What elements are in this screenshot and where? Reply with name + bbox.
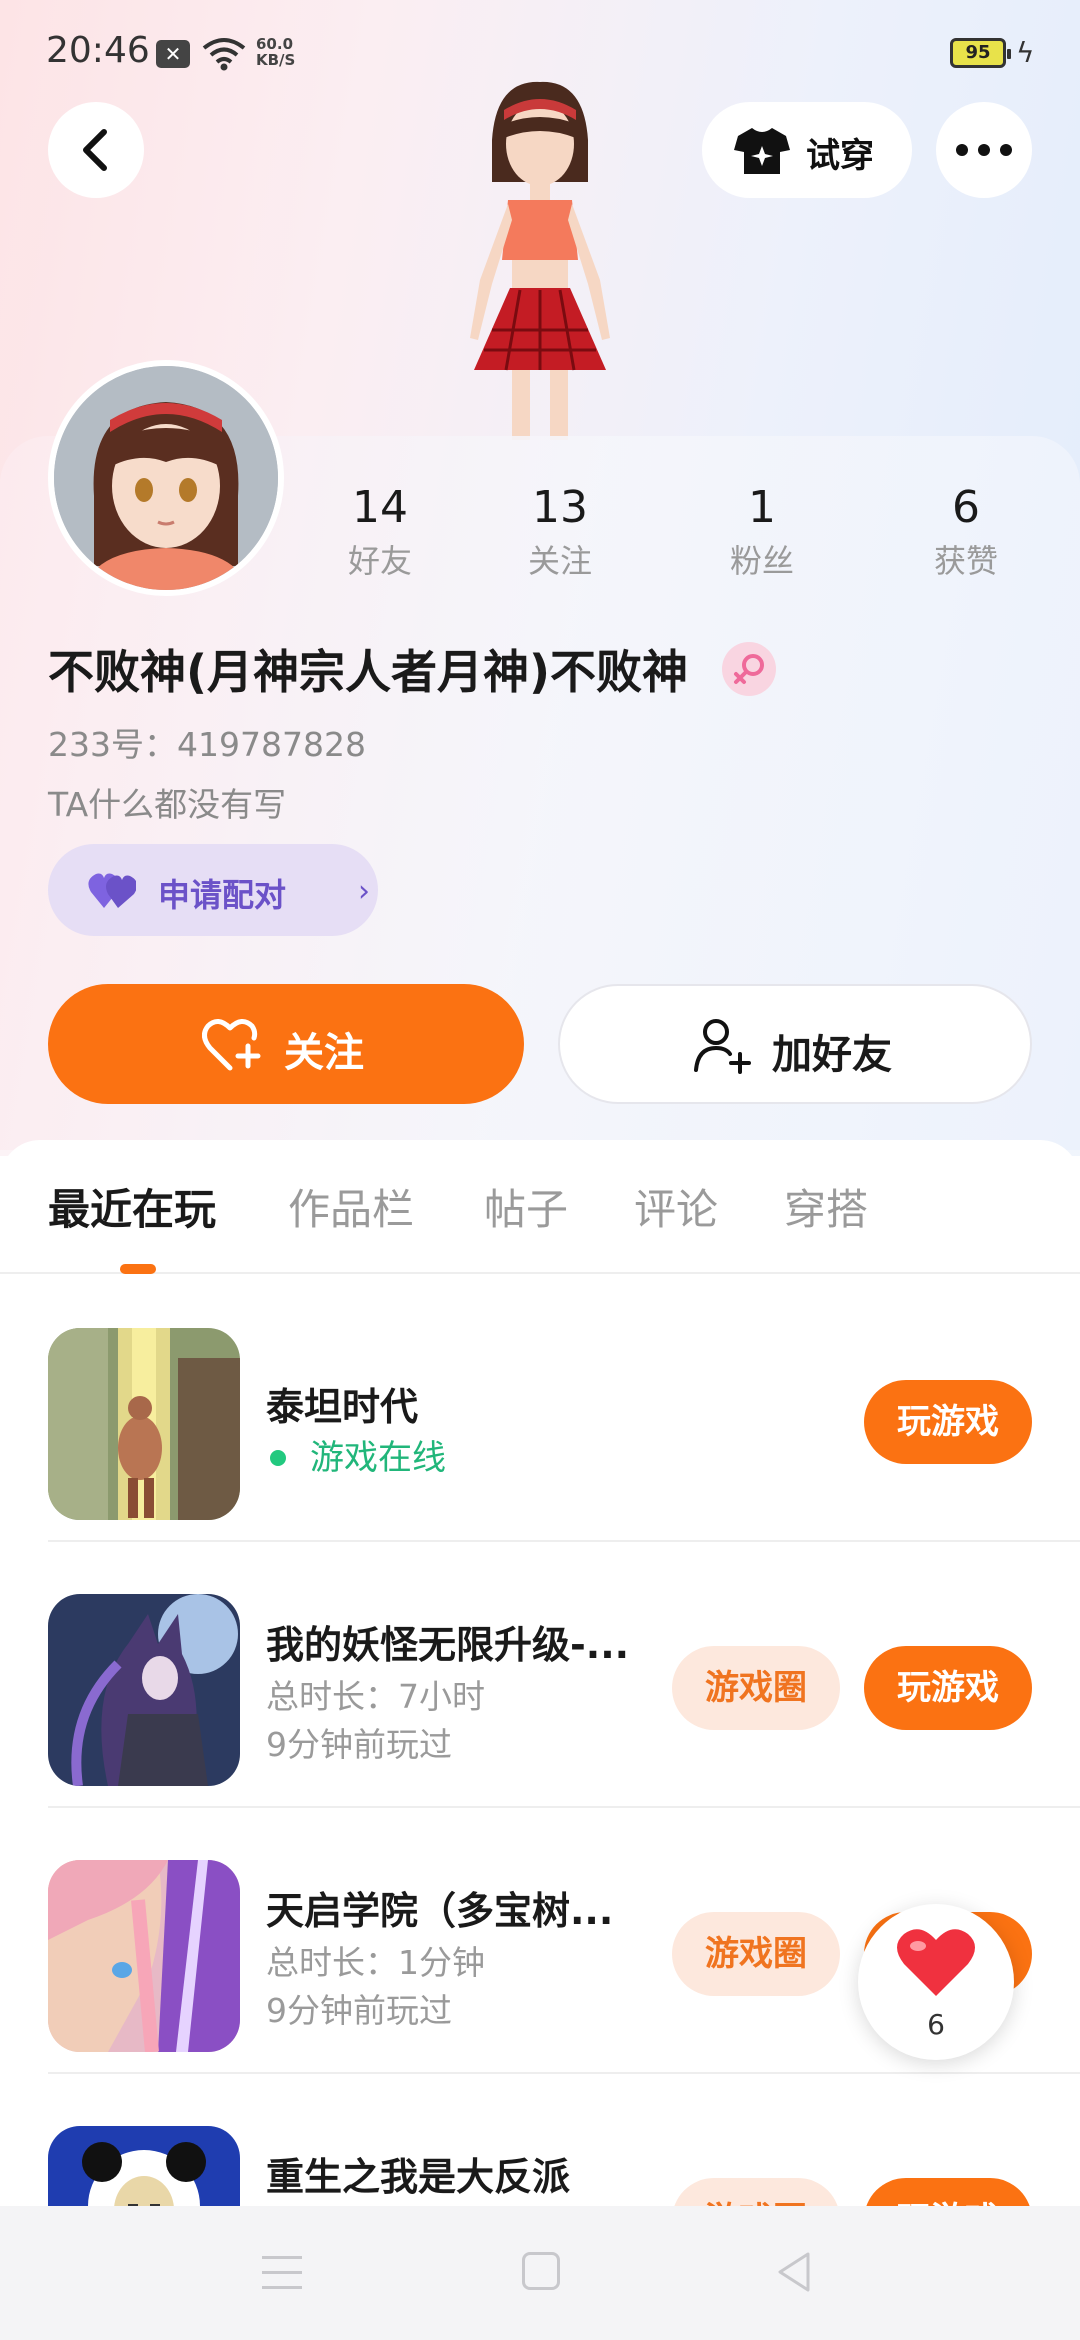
- chevron-right-icon: ›: [358, 874, 370, 909]
- game-last-played: 9分钟前玩过: [266, 1991, 452, 2030]
- stat-friends[interactable]: 14 好友: [300, 482, 460, 582]
- game-online-status: 游戏在线: [266, 1430, 446, 1479]
- system-navigation-bar: [0, 2206, 1080, 2340]
- stats-row: 14 好友 13 关注 1 粉丝 6 获赞: [0, 482, 1080, 582]
- stat-following-label: 关注: [527, 542, 592, 580]
- request-pair-label: 申请配对: [158, 876, 287, 914]
- list-item[interactable]: 重生之我是大反派 总时长：1小时 游戏圈 玩游戏: [48, 2074, 1080, 2210]
- network-speed-value: 60.0: [256, 35, 294, 53]
- tab-indicator: [120, 1264, 156, 1274]
- stat-likes-label: 获赞: [933, 542, 998, 580]
- game-icon-villain: [48, 2126, 240, 2210]
- wifi-icon: [202, 38, 246, 71]
- home-icon[interactable]: [522, 2252, 560, 2290]
- play-game-button[interactable]: 玩游戏: [864, 1646, 1032, 1730]
- game-icon-apocalypse-academy: [48, 1860, 240, 2052]
- tab-outfits[interactable]: 穿搭: [784, 1176, 868, 1237]
- list-item[interactable]: 泰坦时代 游戏在线 玩游戏: [48, 1276, 1080, 1542]
- game-title: 我的妖怪无限升级-...: [266, 1623, 630, 1667]
- heart-icon: [897, 1929, 975, 1996]
- request-pair-button[interactable]: 申请配对 ›: [48, 844, 378, 936]
- game-duration: 总时长：1分钟: [266, 1943, 485, 1982]
- stat-likes[interactable]: 6 获赞: [886, 482, 1046, 582]
- back-button[interactable]: [48, 102, 144, 198]
- add-friend-label: 加好友: [772, 1032, 892, 1078]
- game-circle-button[interactable]: 游戏圈: [672, 1646, 840, 1730]
- tab-posts[interactable]: 帖子: [484, 1176, 568, 1237]
- stat-friends-count: 14: [352, 482, 408, 533]
- battery-icon: 95: [950, 38, 1011, 68]
- stat-following-count: 13: [532, 482, 588, 533]
- play-game-button[interactable]: 玩游戏: [864, 1380, 1032, 1464]
- game-last-played: 9分钟前玩过: [266, 1725, 452, 1764]
- try-on-button[interactable]: 试穿: [702, 102, 912, 198]
- add-friend-button[interactable]: 加好友: [558, 984, 1032, 1104]
- network-speed-unit: KB/S: [256, 51, 296, 69]
- stat-fans[interactable]: 1 粉丝: [682, 482, 842, 582]
- add-user-icon: [694, 1019, 751, 1074]
- floating-like-button[interactable]: 6: [858, 1904, 1014, 2060]
- game-title: 重生之我是大反派: [266, 2155, 571, 2199]
- recent-apps-icon[interactable]: [262, 2256, 302, 2290]
- game-icon-yokai: [48, 1594, 240, 1786]
- more-dots-icon: [956, 144, 1012, 156]
- female-gender-icon: [722, 642, 776, 696]
- stat-fans-count: 1: [748, 482, 776, 533]
- try-on-label: 试穿: [806, 136, 874, 176]
- avatar-3d-figure: [470, 81, 610, 440]
- tab-works[interactable]: 作品栏: [288, 1176, 414, 1237]
- heart-add-icon: [202, 1019, 261, 1071]
- user-name: 不败神(月神宗人者月神)不败神: [48, 645, 689, 699]
- game-duration: 总时长：7小时: [266, 1677, 485, 1716]
- status-time: 20:46: [46, 30, 150, 71]
- shirt-icon: [734, 128, 790, 174]
- more-options-button[interactable]: [936, 102, 1032, 198]
- stat-following[interactable]: 13 关注: [480, 482, 640, 582]
- profile-tabs: 最近在玩 作品栏 帖子 评论 穿搭: [0, 1140, 1080, 1274]
- game-circle-button[interactable]: 游戏圈: [672, 1912, 840, 1996]
- tab-recently-played[interactable]: 最近在玩: [48, 1176, 216, 1237]
- like-count: 6: [927, 2008, 945, 2041]
- game-icon-titan: [48, 1328, 240, 1520]
- user-id: 233号：419787828: [48, 725, 366, 764]
- double-heart-icon: [88, 873, 136, 908]
- charging-icon: ϟ: [1016, 36, 1035, 69]
- network-speed: 60.0 KB/S: [256, 36, 295, 68]
- game-title: 天启学院（多宝树...: [266, 1889, 614, 1933]
- tab-comments[interactable]: 评论: [634, 1176, 718, 1237]
- stat-fans-label: 粉丝: [729, 542, 794, 580]
- user-bio: TA什么都没有写: [48, 785, 287, 824]
- back-triangle-icon[interactable]: [774, 2250, 814, 2294]
- list-item[interactable]: 我的妖怪无限升级-... 总时长：7小时 9分钟前玩过 游戏圈 玩游戏: [48, 1542, 1080, 1808]
- notification-icon: ✕: [156, 40, 190, 68]
- chevron-left-icon: [83, 129, 107, 171]
- follow-button[interactable]: 关注: [48, 984, 524, 1104]
- follow-label: 关注: [284, 1030, 364, 1076]
- stat-likes-count: 6: [952, 482, 980, 533]
- stat-friends-label: 好友: [347, 542, 412, 580]
- game-title: 泰坦时代: [266, 1385, 419, 1429]
